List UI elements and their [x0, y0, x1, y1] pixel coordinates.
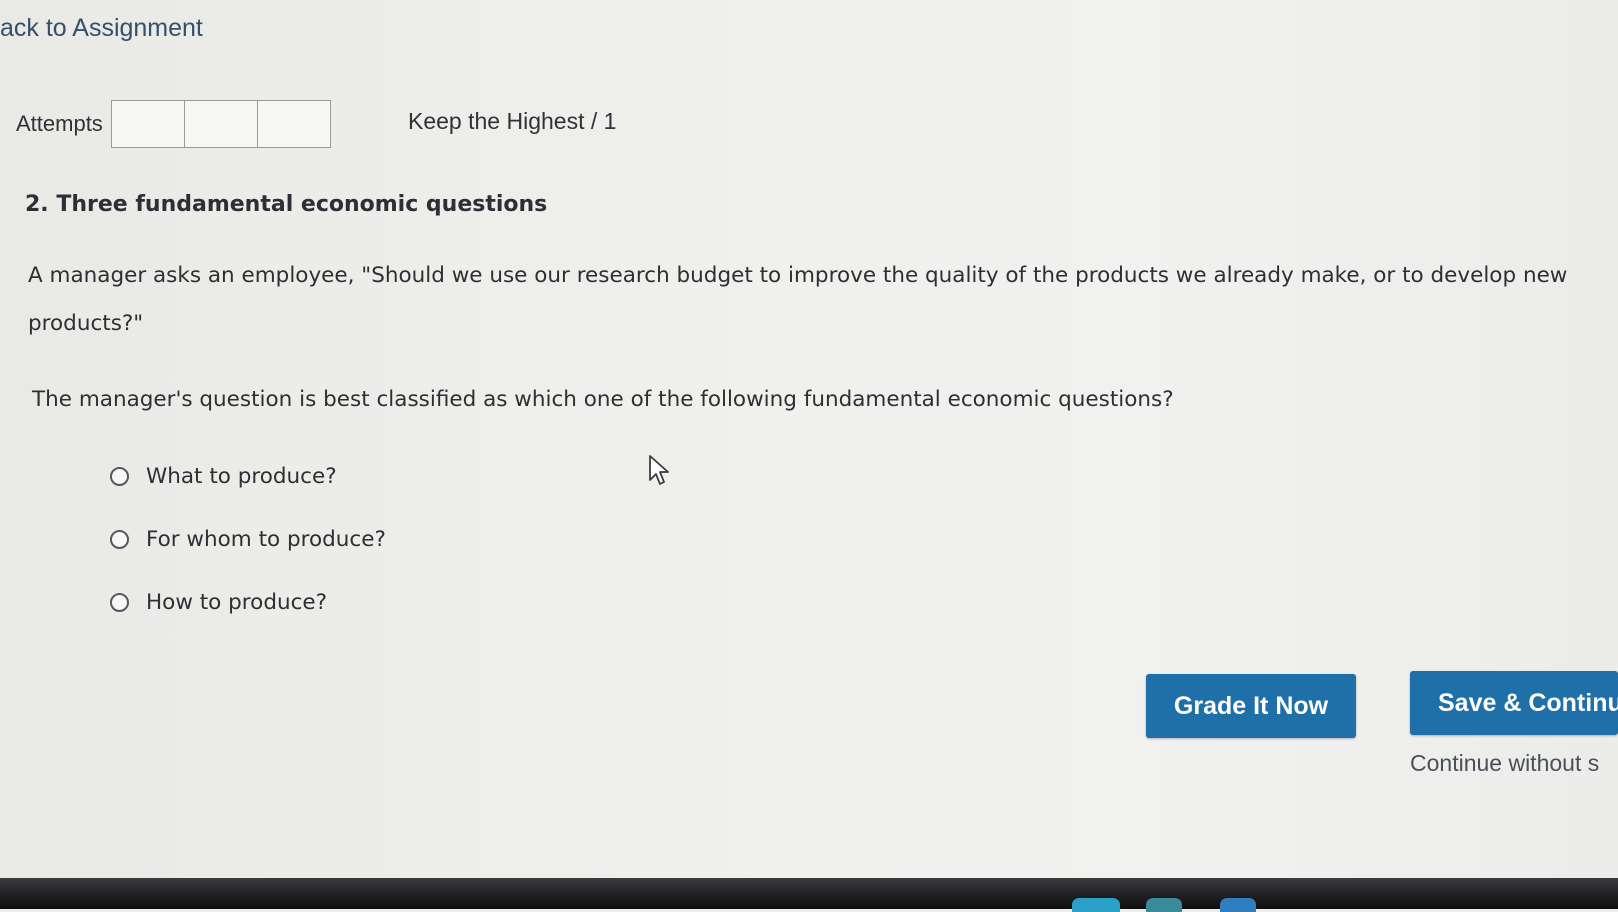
arrow-cursor-icon: [649, 455, 669, 485]
option-label[interactable]: For whom to produce?: [146, 527, 386, 552]
attempts-label: Attempts: [16, 111, 103, 136]
save-and-continue-button[interactable]: Save & Continu: [1410, 671, 1618, 735]
dock-app-icon: [1146, 898, 1182, 912]
continue-without-saving-link[interactable]: Continue without s: [1410, 750, 1599, 777]
attempt-boxes: [110, 100, 331, 148]
scoring-policy: Keep the Highest / 1: [408, 108, 617, 134]
dock-app-icon: [1220, 898, 1256, 912]
attempts-row: Attempts: [16, 100, 331, 148]
option-label[interactable]: How to produce?: [146, 590, 327, 615]
option-label[interactable]: What to produce?: [146, 464, 337, 489]
attempt-box-1: [112, 101, 185, 147]
assignment-page: ack to Assignment Attempts Keep the High…: [0, 0, 1618, 878]
attempt-box-2: [185, 101, 258, 147]
radio-unchecked-icon[interactable]: [110, 592, 129, 612]
option-for-whom-to-produce[interactable]: For whom to produce?: [110, 523, 386, 555]
option-what-to-produce[interactable]: What to produce?: [110, 460, 386, 492]
radio-unchecked-icon[interactable]: [110, 466, 129, 486]
radio-unchecked-icon[interactable]: [110, 529, 129, 549]
question-title: 2. Three fundamental economic questions: [25, 192, 548, 217]
question-text: The manager's question is best classifie…: [32, 387, 1174, 412]
monitor-bezel: [0, 878, 1618, 909]
question-prompt: A manager asks an employee, "Should we u…: [28, 263, 1568, 336]
grade-it-now-button[interactable]: Grade It Now: [1146, 674, 1356, 738]
back-to-assignment-link[interactable]: ack to Assignment: [0, 14, 203, 43]
answer-options: What to produce? For whom to produce? Ho…: [110, 460, 386, 649]
dock-app-icon: [1072, 898, 1120, 912]
option-how-to-produce[interactable]: How to produce?: [110, 586, 386, 618]
attempt-box-3: [258, 101, 330, 147]
